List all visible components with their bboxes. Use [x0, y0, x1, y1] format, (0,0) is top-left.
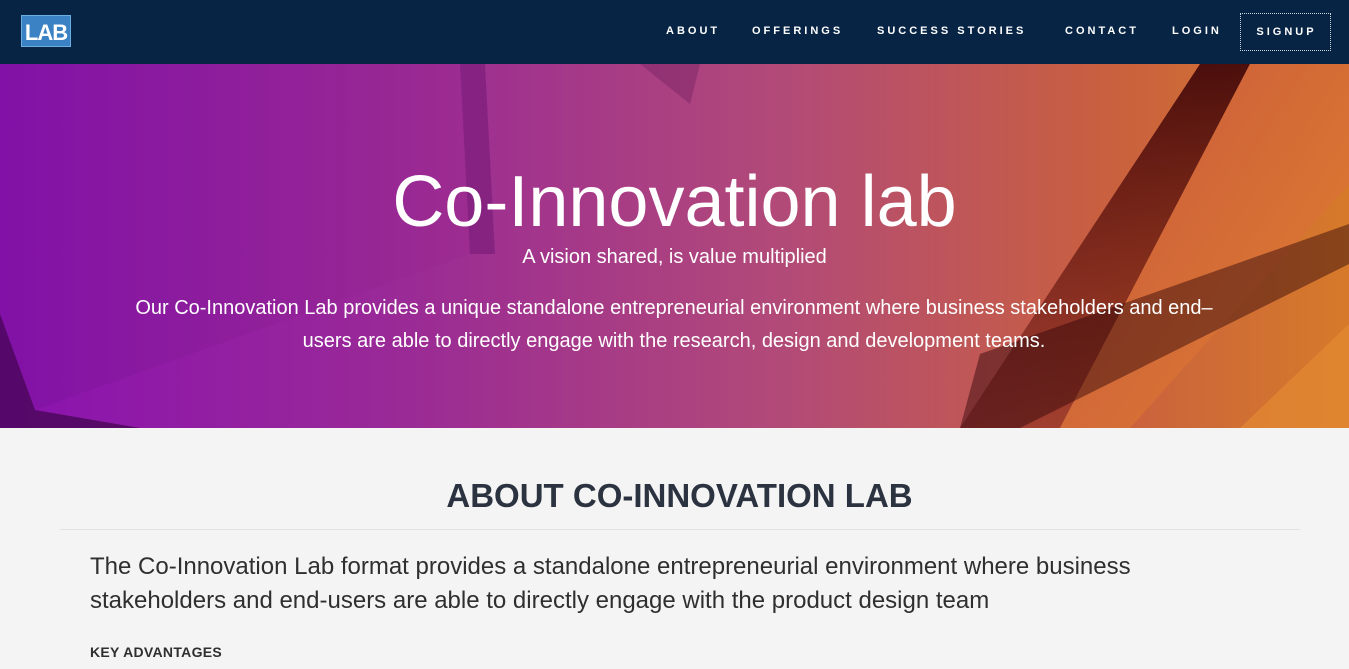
nav-login-link[interactable]: LOGIN [1172, 25, 1222, 38]
top-navbar: LAB ABOUT OFFERINGS SUCCESS STORIES CONT… [0, 0, 1349, 64]
about-section-title: ABOUT CO-INNOVATION LAB [446, 477, 913, 514]
logo-text: LAB [24, 19, 68, 45]
hero-title: Co-Innovation lab [392, 162, 957, 242]
nav-success-stories-link[interactable]: SUCCESS STORIES [877, 25, 1026, 38]
about-description: The Co-Innovation Lab format provides a … [90, 553, 1131, 614]
nav-signup-button[interactable]: SIGNUP [1240, 13, 1331, 51]
nav-contact-link[interactable]: CONTACT [1065, 25, 1139, 38]
hero-banner: Co-Innovation lab A vision shared, is va… [0, 64, 1349, 428]
section-divider [60, 529, 1300, 530]
nav-about-link[interactable]: ABOUT [666, 25, 720, 38]
hero-tagline: A vision shared, is value multiplied [522, 246, 827, 268]
lab-logo[interactable]: LAB [21, 15, 71, 47]
hero-description: Our Co-Innovation Lab provides a unique … [135, 297, 1213, 352]
key-advantages-heading: KEY ADVANTAGES [90, 644, 223, 660]
nav-offerings-link[interactable]: OFFERINGS [752, 25, 843, 38]
